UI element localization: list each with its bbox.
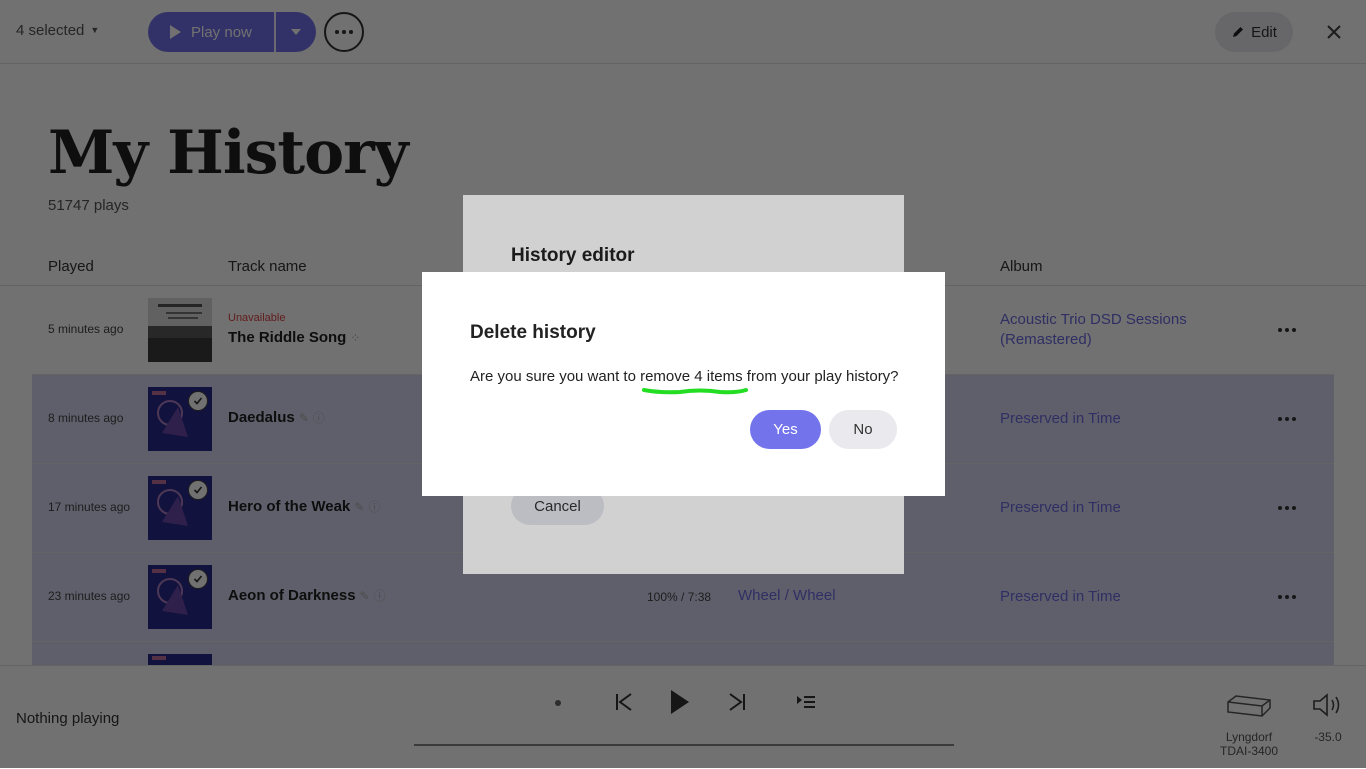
message-part: from your play history? [742,368,899,385]
dialog-title: Delete history [470,322,596,343]
no-button[interactable]: No [829,410,897,449]
message-highlight: remove 4 items [640,368,743,385]
dialog-message: Are you sure you want to remove 4 items … [470,368,899,385]
delete-history-dialog: Delete history Are you sure you want to … [422,272,945,496]
message-part: Are you sure you want to [470,368,641,385]
highlight-annotation [642,388,748,395]
yes-button[interactable]: Yes [750,410,821,449]
